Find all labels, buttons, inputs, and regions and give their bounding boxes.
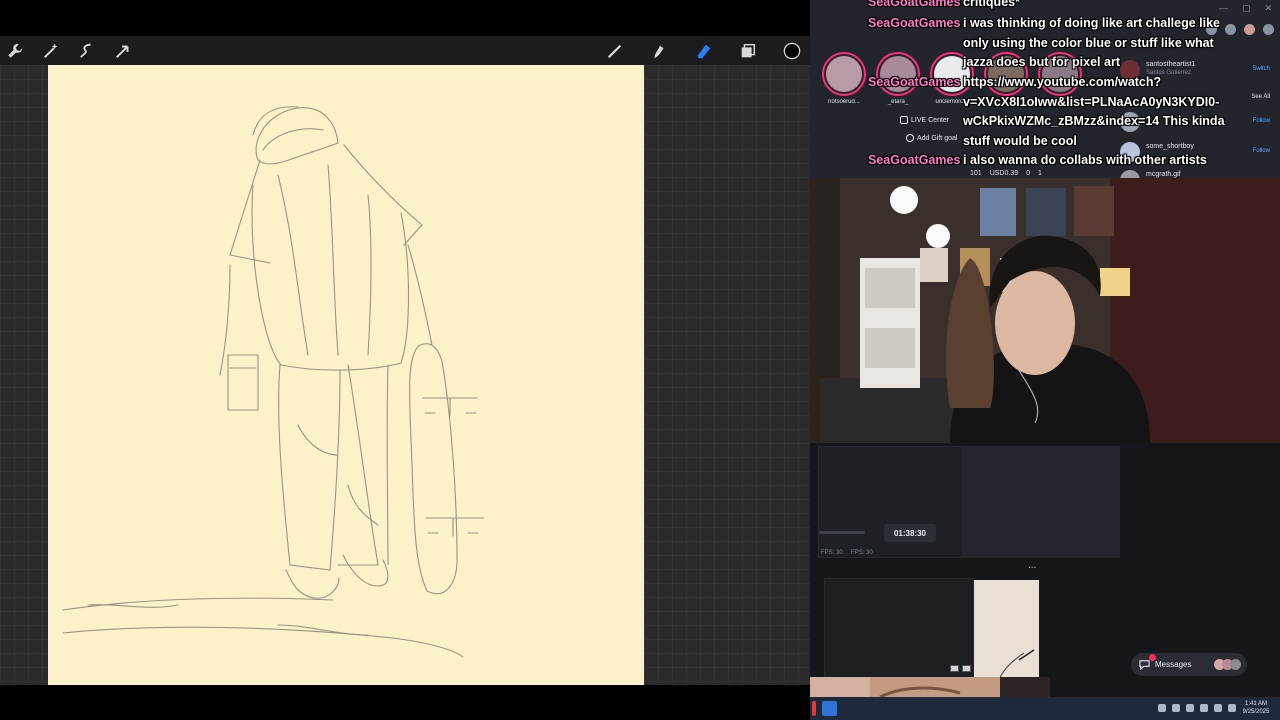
procreate-toolbar <box>0 36 810 65</box>
app-icon[interactable] <box>812 701 816 716</box>
chat-text: i was thinking of doing like art challeg… <box>963 14 1228 73</box>
chat-text: https://www.youtube.com/watch? v=XVcX8I1… <box>963 73 1228 151</box>
account-name: mcgrath.gif <box>1146 171 1181 178</box>
chat-text-line: v=XVcX8I1oIww&list=PLNaAcA0yN3KYDI0- <box>963 94 1220 109</box>
streamer-name: notsoerud... <box>828 99 860 105</box>
messages-label: Messages <box>1155 660 1192 669</box>
microphone-icon[interactable] <box>1186 704 1194 712</box>
wifi-icon[interactable] <box>1214 704 1222 712</box>
chat-username: SeaGoatGames <box>868 75 961 89</box>
stream-area: — ▢ ✕ notsoerud... _etara_ unclemord... … <box>810 0 1280 720</box>
fps-b: FPS: 30 <box>851 550 873 556</box>
bulb-icon <box>906 134 914 142</box>
layout-icon[interactable] <box>950 665 959 672</box>
transform-icon[interactable] <box>112 40 134 62</box>
speaker-icon[interactable] <box>1228 704 1236 712</box>
chat-bubble-icon <box>1139 660 1150 670</box>
earnings: USD0.39 <box>989 170 1019 177</box>
wrench-icon[interactable] <box>4 40 26 62</box>
tiktok-live-panel: — ▢ ✕ notsoerud... _etara_ unclemord... … <box>810 0 1280 178</box>
avatar <box>1230 659 1241 670</box>
chat-text-line: only using the color blue or stuff like … <box>963 35 1214 50</box>
share-count: 1 <box>1038 170 1042 177</box>
procreate-app-icon[interactable] <box>822 701 837 716</box>
viewer-count: 0 <box>1026 170 1030 177</box>
chat-username: SeaGoatGames <box>868 16 961 30</box>
obs-panel: 01:38:30 FPS: 30 FPS: 30 ... Messages <box>810 443 1280 700</box>
chat-text-line: stuff would be cool <box>963 133 1077 148</box>
follow-button[interactable]: Follow <box>1253 118 1270 124</box>
chat-username: SeaGoatGames <box>868 153 961 167</box>
close-icon[interactable]: ✕ <box>1264 3 1272 14</box>
add-gift-goal-button[interactable]: Add Gift goal <box>906 131 957 145</box>
fps-readout: FPS: 30 FPS: 30 <box>821 550 873 556</box>
clock[interactable]: 1:41 AM 9/25/2025 <box>1238 700 1274 716</box>
stream-timer: 01:38:30 <box>884 524 936 542</box>
more-icon[interactable] <box>1263 24 1274 35</box>
taskbar: 1:41 AM 9/25/2025 <box>810 697 1280 720</box>
magic-wand-icon[interactable] <box>40 40 62 62</box>
shield-icon[interactable] <box>1172 704 1180 712</box>
account-avatar <box>1120 170 1140 178</box>
smudge-icon[interactable] <box>648 40 670 62</box>
chat-text-line: critiques* <box>963 0 1020 9</box>
source-panel <box>824 578 974 678</box>
live-stats: 101 USD0.39 0 1 <box>970 170 1042 177</box>
chat-username: SeaGoatGames <box>868 0 961 9</box>
color-picker-icon[interactable] <box>781 40 803 62</box>
avatar[interactable] <box>1244 24 1255 35</box>
selection-icon[interactable] <box>76 40 98 62</box>
chat-text: i also wanna do collabs with other artis… <box>963 151 1228 171</box>
follow-button[interactable]: Follow <box>1253 148 1270 154</box>
fps-a: FPS: 30 <box>821 550 843 556</box>
unread-badge <box>1149 654 1156 661</box>
screen: — ▢ ✕ notsoerud... _etara_ unclemord... … <box>0 0 1280 720</box>
streamer-avatar <box>826 56 862 92</box>
maximize-icon[interactable]: ▢ <box>1242 3 1251 14</box>
clock-time: 1:41 AM <box>1244 701 1267 707</box>
home-icon <box>900 116 908 124</box>
chat-text-line: i also wanna do collabs with other artis… <box>963 153 1207 167</box>
messages-button[interactable]: Messages <box>1131 653 1247 676</box>
drawing-canvas[interactable] <box>48 65 644 685</box>
switch-button[interactable]: Switch <box>1252 66 1270 72</box>
preview-card <box>962 446 1120 558</box>
brush-icon[interactable] <box>604 40 626 62</box>
gift-count: 101 <box>970 170 982 177</box>
streamer-item[interactable]: notsoerud... <box>820 52 868 105</box>
chat-text-line: jazza does but for pixel art <box>963 55 1120 69</box>
streamer-name: _etara_ <box>887 99 909 105</box>
clock-date: 9/25/2025 <box>1242 709 1270 715</box>
chevron-up-icon[interactable] <box>1158 704 1166 712</box>
live-center-label: LIVE Center <box>911 116 950 124</box>
add-gift-goal-label: Add Gift goal <box>917 134 958 142</box>
eraser-icon[interactable] <box>693 40 715 62</box>
chat-text-line: https://www.youtube.com/watch? <box>963 75 1162 89</box>
layers-icon[interactable] <box>737 40 759 62</box>
live-center-button[interactable]: LIVE Center <box>900 113 957 127</box>
webcam-image <box>810 178 1280 443</box>
procreate-app <box>0 0 810 720</box>
battery-icon[interactable] <box>1200 704 1208 712</box>
live-actions: LIVE Center Add Gift goal <box>900 113 957 149</box>
sketch <box>62 106 485 658</box>
chat-text-line: wCkPkixWZMc_zBMzz&index=14 This kinda <box>963 114 1225 128</box>
webcam-feed <box>810 178 1280 443</box>
progress-bar <box>819 531 865 534</box>
fullscreen-icon[interactable] <box>962 665 971 672</box>
chat-text-line: i was thinking of doing like art challeg… <box>963 16 1221 30</box>
see-all-link[interactable]: See All <box>1251 94 1270 100</box>
system-tray <box>1158 704 1236 712</box>
more-options-icon[interactable]: ... <box>1028 560 1036 571</box>
thumbnail-controls <box>950 665 971 672</box>
message-avatars <box>1214 659 1241 670</box>
chat-text: critiques* <box>963 0 1228 13</box>
